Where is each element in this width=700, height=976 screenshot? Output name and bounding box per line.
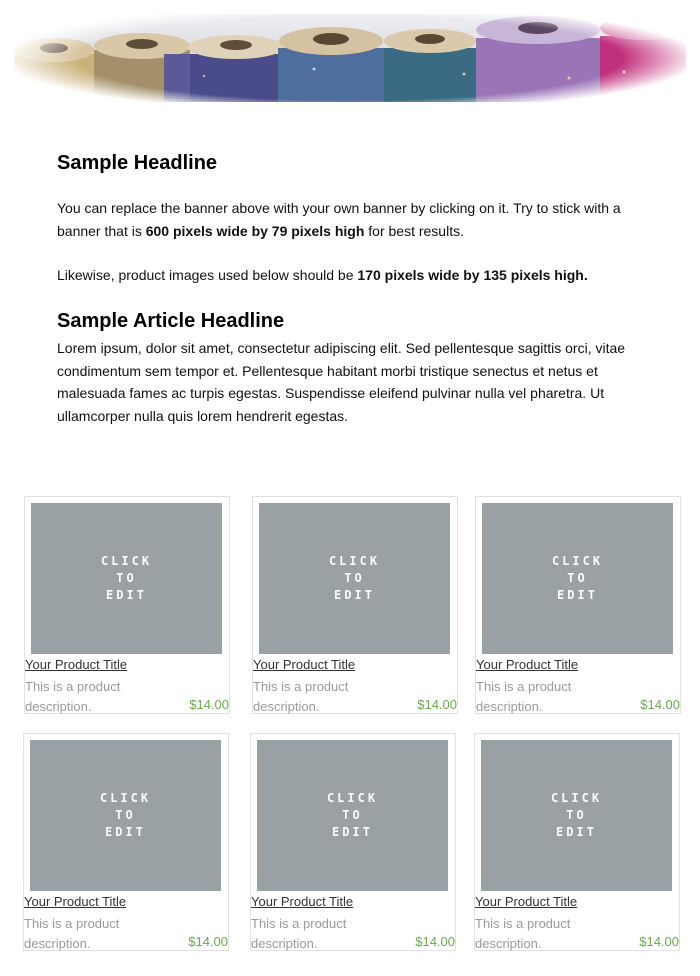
intro2-text: Likewise, product images used below shou… [57, 267, 358, 283]
click-to-edit-label: CLICK TO EDIT [551, 554, 604, 602]
product-description: This is a product description. [24, 916, 120, 951]
click-to-edit-label: CLICK TO EDIT [99, 791, 152, 839]
intro-paragraph-banner: You can replace the banner above with yo… [57, 197, 647, 242]
product-title-link[interactable]: Your Product Title [253, 657, 355, 672]
product-title-link[interactable]: Your Product Title [24, 894, 126, 909]
product-card: CLICK TO EDIT Your Product Title This is… [250, 733, 456, 951]
product-image-placeholder[interactable]: CLICK TO EDIT [481, 740, 672, 891]
product-card: CLICK TO EDIT Your Product Title This is… [23, 733, 229, 951]
page-headline: Sample Headline [57, 152, 218, 174]
product-image-placeholder[interactable]: CLICK TO EDIT [31, 503, 222, 654]
product-description: This is a product description. [475, 916, 571, 951]
product-card: CLICK TO EDIT Your Product Title This is… [474, 733, 680, 951]
product-image-placeholder[interactable]: CLICK TO EDIT [30, 740, 221, 891]
intro-text-end: for best results. [364, 222, 464, 239]
click-to-edit-label: CLICK TO EDIT [326, 791, 379, 839]
product-image-placeholder[interactable]: CLICK TO EDIT [259, 503, 450, 654]
article-headline: Sample Article Headline [57, 310, 285, 332]
click-to-edit-label: CLICK TO EDIT [328, 554, 381, 602]
product-card: CLICK TO EDIT Your Product Title This is… [24, 496, 230, 714]
click-to-edit-label: CLICK TO EDIT [100, 554, 153, 602]
product-price: $14.00 [189, 697, 229, 712]
banner-image[interactable] [14, 14, 686, 102]
click-to-edit-label: CLICK TO EDIT [550, 791, 603, 839]
article-body: Lorem ipsum, dolor sit amet, consectetur… [57, 340, 626, 424]
product-price: $14.00 [417, 697, 457, 712]
product-title-link[interactable]: Your Product Title [476, 657, 578, 672]
intro-paragraph-images: Likewise, product images used below shou… [57, 264, 647, 287]
product-title-link[interactable]: Your Product Title [251, 894, 353, 909]
product-description: This is a product description. [253, 679, 349, 714]
product-price: $14.00 [639, 934, 679, 949]
product-description: This is a product description. [476, 679, 572, 714]
product-description: This is a product description. [25, 679, 121, 714]
product-description: This is a product description. [251, 916, 347, 951]
thread-spools-illustration [14, 14, 686, 102]
product-price: $14.00 [415, 934, 455, 949]
product-card: CLICK TO EDIT Your Product Title This is… [252, 496, 458, 714]
product-title-link[interactable]: Your Product Title [25, 657, 127, 672]
product-price: $14.00 [640, 697, 680, 712]
product-card: CLICK TO EDIT Your Product Title This is… [475, 496, 681, 714]
product-title-link[interactable]: Your Product Title [475, 894, 577, 909]
banner-size-bold: 600 pixels wide by 79 pixels high [145, 222, 365, 239]
product-image-placeholder[interactable]: CLICK TO EDIT [482, 503, 673, 654]
product-price: $14.00 [188, 934, 228, 949]
product-image-placeholder[interactable]: CLICK TO EDIT [257, 740, 448, 891]
image-size-bold: 170 pixels wide by 135 pixels high. [357, 267, 588, 283]
